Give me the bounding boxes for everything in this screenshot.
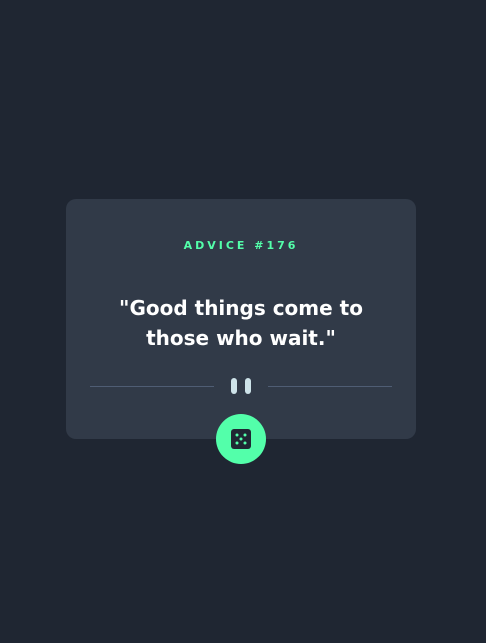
pause-bar-left <box>231 378 237 394</box>
pause-bar-right <box>245 378 251 394</box>
pause-icon <box>231 378 251 394</box>
divider-line-left <box>90 386 214 387</box>
divider-line-right <box>268 386 392 387</box>
advice-id-label: ADVICE #176 <box>183 239 299 252</box>
dice-icon <box>231 429 251 449</box>
generate-advice-button[interactable] <box>216 414 266 464</box>
divider <box>90 375 392 397</box>
advice-quote: "Good things come to those who wait." <box>119 296 363 350</box>
advice-card: ADVICE #176 "Good things come to those w… <box>66 199 416 439</box>
